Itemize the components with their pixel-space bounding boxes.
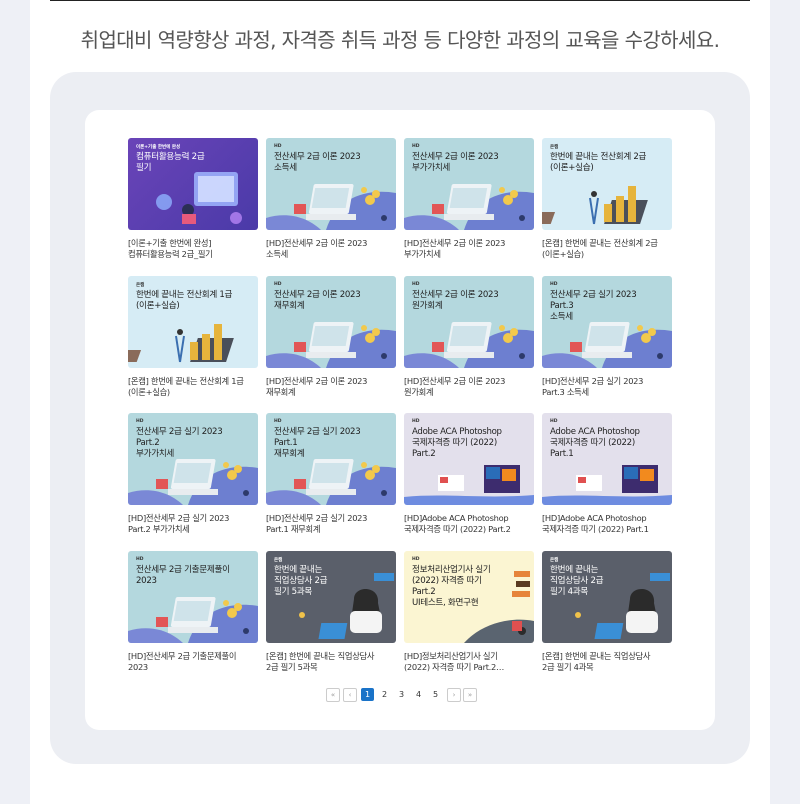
course-thumbnail[interactable]: HD 전산세무 2급 실기 2023 Part.2 부가가치세	[128, 413, 258, 505]
page-4-button[interactable]: 4	[412, 688, 425, 701]
course-card[interactable]: HD 전산세무 2급 실기 2023 Part.2 부가가치세 [HD]전산세무 2…	[128, 413, 258, 541]
course-card[interactable]: 온캠한번에 끝내는 전산회계 2급 (이론+실습) [온캠] 한번에 끝내는 전산…	[542, 138, 672, 266]
course-thumbnail-tag: HD	[550, 281, 558, 287]
page-5-button[interactable]: 5	[429, 688, 442, 701]
course-card[interactable]: HD 정보처리산업기사 실기 (2022) 자격증 따기 Part.2 UI테스트…	[404, 550, 536, 679]
course-caption-link[interactable]: [HD]전산세무 2급 기출문제풀이 2023	[128, 651, 260, 673]
course-thumbnail-title: Adobe ACA Photoshop 국제자격증 따기 (2022) Part…	[412, 427, 502, 459]
course-caption-link[interactable]: [온캠] 한번에 끝내는 직업상담사 2급 필기 5과목	[266, 651, 398, 673]
course-thumbnail-tag: HD	[412, 556, 420, 562]
course-thumbnail-tag: HD	[136, 419, 144, 424]
course-caption-link[interactable]: [이론+기출 한번에 완성] 컴퓨터활용능력 2급_필기	[128, 238, 260, 260]
course-thumbnail-tag: 온캠	[274, 557, 283, 563]
course-caption-link[interactable]: [HD]전산세무 2급 이론 2023 재무회계	[266, 376, 398, 398]
course-thumbnail-tag: HD	[274, 144, 282, 149]
course-thumbnail[interactable]: HD 전산세무 2급 기출문제풀이 2023	[128, 550, 258, 643]
course-thumbnail[interactable]: 온캠 한번에 끝내는 전산회계 1급 (이론+실습)	[128, 275, 258, 368]
course-thumbnail-title: 전산세무 2급 이론 2023 부가가치세	[412, 152, 499, 173]
course-card[interactable]: HD 전산세무 2급 실기 2023 Part.1 재무회계 [HD]전산세무 2급…	[266, 413, 396, 541]
course-thumbnail-title: 전산세무 2급 이론 2023 재무회계	[274, 289, 361, 311]
course-thumbnail[interactable]: HD 전산세무 2급 실기 2023 Part.1 재무회계	[266, 413, 396, 505]
course-card[interactable]: HD 전산세무 2급 이론 2023 소득세 [HD]전산세무 2급 이론 2023…	[266, 138, 396, 266]
course-caption-link[interactable]: [HD]전산세무 2급 이론 2023 소득세	[266, 238, 398, 260]
course-caption-link[interactable]: [HD]Adobe ACA Photoshop 국제자격증 따기 (2022) …	[404, 513, 536, 535]
course-caption-link[interactable]: [온캠] 한번에 끝내는 직업상담사 2급 필기 4과목	[542, 651, 674, 673]
course-thumbnail[interactable]: HD 전산세무 2급 실기 2023 Part.3 소득세	[542, 275, 672, 368]
course-thumbnail[interactable]: HD 전산세무 2급 이론 2023 소득세	[266, 138, 396, 230]
course-thumbnail-title: 전산세무 2급 실기 2023 Part.3 소득세	[550, 289, 637, 322]
page-1-button[interactable]: 1	[361, 688, 374, 701]
course-thumbnail-tag: HD	[274, 281, 282, 287]
course-thumbnail-tag: HD	[550, 419, 558, 424]
course-card[interactable]: 온캠 한번에 끝내는 직업상담사 2급 필기 4과목 [온캠] 한번에 끝내는 직업…	[542, 550, 674, 679]
course-card[interactable]: HD Adobe ACA Photoshop 국제자격증 따기 (2022) Pa…	[542, 413, 672, 541]
course-card[interactable]: HD 전산세무 2급 이론 2023 원가회계 [HD]전산세무 2급 이론 202…	[404, 275, 536, 404]
course-thumbnail-tag: HD	[136, 556, 144, 562]
course-thumbnail-title: 전산세무 2급 실기 2023 Part.1 재무회계	[274, 427, 361, 459]
course-thumbnail[interactable]: HD 정보처리산업기사 실기 (2022) 자격증 따기 Part.2 UI테스트…	[404, 550, 534, 643]
course-thumbnail[interactable]: 온캠 한번에 끝내는 직업상담사 2급 필기 5과목	[266, 550, 396, 643]
course-caption-link[interactable]: [HD]전산세무 2급 이론 2023 부가가치세	[404, 238, 536, 260]
course-thumbnail-title: 한번에 끝내는 직업상담사 2급 필기 5과목	[274, 564, 328, 597]
course-thumbnail-title: 한번에 끝내는 전산회계 1급 (이론+실습)	[136, 289, 233, 311]
prev-page-button[interactable]: ‹	[343, 688, 357, 702]
course-card[interactable]: HD Adobe ACA Photoshop 국제자격증 따기 (2022) Pa…	[404, 413, 534, 541]
course-thumbnail-tag: HD	[412, 144, 420, 149]
course-card[interactable]: HD 전산세무 2급 실기 2023 Part.3 소득세 [HD]전산세무 2급 …	[542, 275, 674, 404]
course-thumbnail[interactable]: HD Adobe ACA Photoshop 국제자격증 따기 (2022) Pa…	[542, 413, 672, 505]
course-thumbnail[interactable]: 온캠 한번에 끝내는 직업상담사 2급 필기 4과목	[542, 550, 672, 643]
course-card[interactable]: HD 전산세무 2급 이론 2023 재무회계 [HD]전산세무 2급 이론 202…	[266, 275, 398, 404]
course-thumbnail[interactable]: HD Adobe ACA Photoshop 국제자격증 따기 (2022) Pa…	[404, 413, 534, 505]
course-card[interactable]: 온캠 한번에 끝내는 직업상담사 2급 필기 5과목 [온캠] 한번에 끝내는 직업…	[266, 550, 398, 679]
course-thumbnail-title: 전산세무 2급 이론 2023 소득세	[274, 152, 361, 173]
course-card[interactable]: HD 전산세무 2급 이론 2023 부가가치세 [HD]전산세무 2급 이론 20…	[404, 138, 534, 266]
course-thumbnail-title: 정보처리산업기사 실기 (2022) 자격증 따기 Part.2 UI테스트, …	[412, 564, 491, 608]
course-thumbnail-title: 전산세무 2급 실기 2023 Part.2 부가가치세	[136, 427, 223, 459]
course-thumbnail-tag: HD	[412, 419, 420, 424]
course-thumbnail[interactable]: HD 전산세무 2급 이론 2023 부가가치세	[404, 138, 534, 230]
course-caption-link[interactable]: [HD]전산세무 2급 실기 2023 Part.3 소득세	[542, 376, 674, 398]
course-thumbnail-title: 한번에 끝내는 전산회계 2급 (이론+실습)	[550, 152, 647, 173]
course-caption-link[interactable]: [HD]정보처리산업기사 실기 (2022) 자격증 따기 Part.2…	[404, 651, 536, 673]
course-card[interactable]: 온캠 한번에 끝내는 전산회계 1급 (이론+실습) [온캠] 한번에 끝내는 전산…	[128, 275, 260, 404]
course-thumbnail-title: 한번에 끝내는 직업상담사 2급 필기 4과목	[550, 564, 604, 597]
course-thumbnail[interactable]: 온캠한번에 끝내는 전산회계 2급 (이론+실습)	[542, 138, 672, 230]
course-thumbnail-tag: HD	[412, 281, 420, 287]
page-3-button[interactable]: 3	[395, 688, 408, 701]
next-page-button[interactable]: ›	[447, 688, 461, 702]
course-thumbnail-tag: HD	[274, 419, 282, 424]
course-caption-link[interactable]: [HD]Adobe ACA Photoshop 국제자격증 따기 (2022) …	[542, 513, 674, 535]
course-caption-link[interactable]: [온캠] 한번에 끝내는 전산회계 2급 (이론+실습)	[542, 238, 674, 260]
page-2-button[interactable]: 2	[378, 688, 391, 701]
course-thumbnail[interactable]: HD 전산세무 2급 이론 2023 원가회계	[404, 275, 534, 368]
course-caption-link[interactable]: [온캠] 한번에 끝내는 전산회계 1급 (이론+실습)	[128, 376, 260, 398]
course-thumbnail-title: 컴퓨터활용능력 2급 필기	[136, 152, 205, 173]
course-card[interactable]: HD 전산세무 2급 기출문제풀이 2023 [HD]전산세무 2급 기출문제풀이 …	[128, 550, 260, 679]
course-thumbnail-title: 전산세무 2급 이론 2023 원가회계	[412, 289, 499, 311]
course-caption-link[interactable]: [HD]전산세무 2급 실기 2023 Part.1 재무회계	[266, 513, 398, 535]
first-page-button[interactable]: «	[326, 688, 340, 702]
last-page-button[interactable]: »	[463, 688, 477, 702]
course-caption-link[interactable]: [HD]전산세무 2급 이론 2023 원가회계	[404, 376, 536, 398]
course-card[interactable]: 이론+기출 한번에 완성컴퓨터활용능력 2급 필기 [이론+기출 한번에 완성] …	[128, 138, 258, 266]
course-caption-link[interactable]: [HD]전산세무 2급 실기 2023 Part.2 부가가치세	[128, 513, 260, 535]
course-thumbnail[interactable]: HD 전산세무 2급 이론 2023 재무회계	[266, 275, 396, 368]
top-divider	[50, 0, 750, 1]
course-thumbnail-title: 전산세무 2급 기출문제풀이 2023	[136, 564, 230, 586]
course-thumbnail-tag: 온캠	[550, 145, 559, 150]
page-subtitle: 취업대비 역량향상 과정, 자격증 취득 과정 등 다양한 과정의 교육을 수강…	[80, 28, 720, 52]
course-thumbnail-tag: 이론+기출 한번에 완성	[136, 145, 181, 150]
course-thumbnail-tag: 온캠	[550, 557, 559, 563]
course-thumbnail-title: Adobe ACA Photoshop 국제자격증 따기 (2022) Part…	[550, 427, 640, 459]
course-thumbnail-tag: 온캠	[136, 282, 145, 288]
course-thumbnail[interactable]: 이론+기출 한번에 완성컴퓨터활용능력 2급 필기	[128, 138, 258, 230]
